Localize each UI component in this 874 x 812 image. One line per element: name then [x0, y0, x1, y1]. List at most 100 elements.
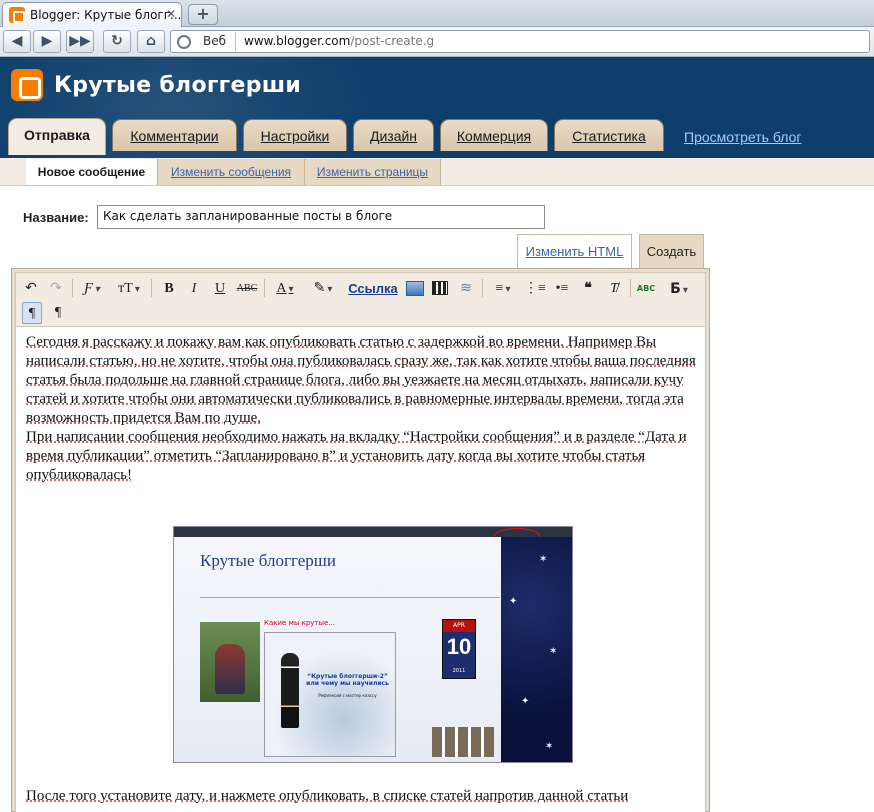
blog-title: Крутые блоггерши: [54, 73, 302, 98]
ltr-button[interactable]: ¶: [22, 302, 42, 324]
fast-forward-button[interactable]: ▶▶: [66, 30, 94, 53]
bullet-list-button[interactable]: •≡: [551, 278, 573, 300]
tab-commerce[interactable]: Коммерция: [440, 119, 548, 151]
numbered-list-icon: ⋮≡: [524, 281, 546, 296]
shot-calendar: APR 10 2011: [442, 619, 476, 679]
insert-link-button[interactable]: Ссылка: [348, 278, 398, 300]
font-icon: Ƒ: [84, 281, 93, 296]
format-toolbar: ↶ ↷ Ƒ тТ B I U ABC A ✎ Ссылка ≋ ≡ ⋮≡: [16, 273, 705, 327]
shot-figure: [281, 653, 299, 728]
browser-tab[interactable]: Blogger: Крутые блогг... ✕: [2, 2, 182, 27]
tab-posting[interactable]: Отправка: [8, 118, 106, 155]
remove-format-button[interactable]: T̸: [603, 278, 625, 300]
post-body[interactable]: Сегодня я расскажу и покажу вам как опуб…: [26, 333, 702, 485]
paragraph-ltr-icon: ¶: [28, 306, 36, 321]
browser-tab-title: Blogger: Крутые блогг...: [30, 8, 182, 22]
numbered-list-button[interactable]: ⋮≡: [524, 278, 546, 300]
post-paragraph: Сегодня я расскажу и покажу вам как опуб…: [26, 334, 696, 426]
underline-button[interactable]: U: [210, 278, 230, 300]
toolbar-separator: [264, 279, 265, 297]
compose-tab[interactable]: Создать: [639, 234, 704, 270]
address-separator: [235, 33, 236, 51]
post-paragraph: После того установите дату, и нажмете оп…: [26, 788, 629, 804]
address-label: Веб: [203, 34, 227, 48]
embedded-screenshot-image[interactable]: Крутые блоггерши Какие мы крутые... “Кру…: [173, 526, 573, 763]
shot-cal-month: APR: [443, 620, 475, 632]
subtab-edit-pages[interactable]: Изменить страницы: [305, 159, 441, 185]
highlighter-icon: ✎: [313, 281, 326, 296]
quote-button[interactable]: ❝: [577, 278, 599, 300]
reload-button[interactable]: ↻: [103, 30, 131, 53]
address-url[interactable]: www.blogger.com/post-create.g: [244, 34, 434, 48]
view-blog-link[interactable]: Просмотреть блог: [684, 129, 801, 145]
undo-button[interactable]: ↶: [21, 278, 41, 300]
blogger-header: Крутые блоггерши Отправка Комментарии На…: [0, 57, 874, 158]
toolbar-separator: [72, 279, 73, 297]
bold-button[interactable]: B: [159, 278, 179, 300]
blogger-favicon-icon: [9, 7, 25, 23]
font-size-button[interactable]: тТ: [112, 278, 146, 300]
shot-post-caption: “Крутые блоггерши-2” или чему мы научили…: [306, 673, 389, 687]
rtl-button[interactable]: ¶: [48, 302, 68, 324]
star-icon: ✶: [539, 554, 548, 565]
shot-post-small: Рефлексия с мастер классу: [318, 693, 377, 698]
jump-break-button[interactable]: ≋: [456, 278, 476, 300]
clear-format-icon: T̸: [610, 281, 618, 296]
fast-forward-icon: ▶▶: [69, 33, 91, 49]
paragraph-rtl-icon: ¶: [54, 305, 62, 320]
toolbar-separator: [482, 279, 483, 297]
tab-statistics[interactable]: Статистика: [554, 119, 664, 151]
toolbar-separator: [630, 279, 631, 297]
post-title-input[interactable]: Как сделать запланированные посты в блог…: [97, 205, 545, 229]
shot-blog-title: Крутые блоггерши: [200, 551, 336, 570]
star-icon: ✶: [545, 741, 554, 752]
text-color-icon: A: [276, 281, 287, 296]
star-icon: ✦: [509, 596, 518, 607]
spell-check-button[interactable]: ABC: [634, 278, 658, 300]
home-button[interactable]: ⌂: [137, 30, 165, 53]
subtab-new-post[interactable]: Новое сообщение: [26, 159, 158, 185]
shot-cal-year: 2011: [452, 668, 466, 674]
text-color-button[interactable]: A: [269, 278, 301, 300]
edit-html-tab[interactable]: Изменить HTML: [517, 234, 632, 270]
shot-body: Крутые блоггерши Какие мы крутые... “Кру…: [174, 537, 503, 762]
align-left-icon: ≡: [495, 281, 504, 296]
insert-image-icon[interactable]: [406, 281, 424, 296]
url-path: /post-create.g: [350, 34, 435, 48]
close-icon[interactable]: ✕: [166, 7, 176, 21]
editor-frame: ↶ ↷ Ƒ тТ B I U ABC A ✎ Ссылка ≋ ≡ ⋮≡: [11, 268, 710, 812]
tab-design[interactable]: Дизайн: [353, 119, 434, 151]
strikethrough-button[interactable]: ABC: [234, 278, 260, 300]
tab-comments[interactable]: Комментарии: [112, 119, 237, 151]
redo-button[interactable]: ↷: [46, 278, 66, 300]
address-bar[interactable]: Веб www.blogger.com/post-create.g: [170, 30, 870, 53]
post-paragraph: При написании сообщения необходимо нажат…: [26, 429, 687, 483]
insert-video-icon[interactable]: [432, 281, 448, 295]
font-family-button[interactable]: Ƒ: [76, 278, 108, 300]
shot-cal-day: 10: [446, 634, 472, 659]
align-button[interactable]: ≡: [487, 278, 519, 300]
browser-tabstrip: Blogger: Крутые блогг... ✕ +: [0, 0, 874, 27]
post-title-label: Название:: [23, 210, 89, 225]
italic-button[interactable]: I: [184, 278, 204, 300]
page-background: [710, 186, 874, 812]
back-button[interactable]: ◀: [3, 30, 31, 53]
forward-button[interactable]: ▶: [33, 30, 61, 53]
shot-space-background: ✶ ✦ ✶ ✦ ✶: [501, 537, 572, 762]
tab-settings[interactable]: Настройки: [243, 119, 347, 151]
shot-post-image: “Крутые блоггерши-2” или чему мы научили…: [264, 632, 396, 757]
font-size-icon: тТ: [118, 281, 133, 296]
subnav: Новое сообщение Изменить сообщения Измен…: [0, 158, 874, 186]
new-tab-button[interactable]: +: [188, 4, 218, 25]
blogger-logo-icon[interactable]: [11, 69, 43, 101]
shot-follower-thumbs: [432, 727, 494, 757]
shot-profile-photo: [200, 622, 260, 702]
star-icon: ✦: [521, 696, 530, 707]
transliteration-button[interactable]: Б: [663, 278, 695, 300]
editor: ↶ ↷ Ƒ тТ B I U ABC A ✎ Ссылка ≋ ≡ ⋮≡: [15, 272, 706, 812]
subtab-edit-posts[interactable]: Изменить сообщения: [158, 159, 305, 185]
highlight-button[interactable]: ✎: [307, 278, 339, 300]
url-host: www.blogger.com: [244, 34, 351, 48]
arrow-right-icon: ▶: [41, 33, 53, 49]
shot-post-title: Какие мы крутые...: [264, 619, 336, 627]
